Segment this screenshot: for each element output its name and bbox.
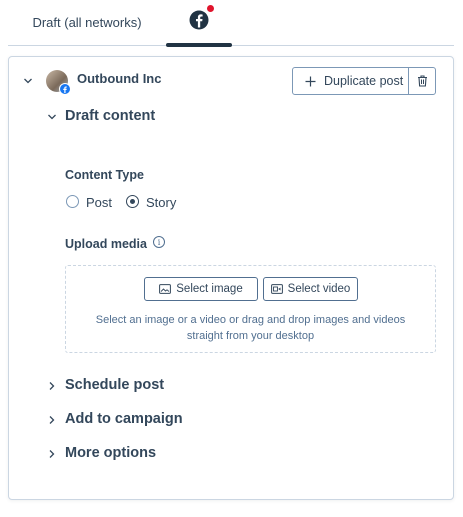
trash-icon <box>417 75 427 87</box>
collapse-draft-content-chevron[interactable] <box>47 112 57 122</box>
tab-facebook[interactable] <box>166 0 232 47</box>
video-icon <box>270 284 283 294</box>
select-video-button[interactable]: Select video <box>263 277 358 301</box>
post-radio-label[interactable]: Post <box>86 195 112 210</box>
schedule-post-section[interactable]: Schedule post <box>65 377 164 393</box>
account-name: Outbound Inc <box>77 71 162 86</box>
facebook-icon <box>189 10 209 30</box>
chevron-right-icon <box>49 416 55 424</box>
facebook-badge-icon <box>59 83 71 95</box>
image-icon <box>159 284 172 294</box>
expand-more-options-chevron[interactable] <box>47 449 57 459</box>
duplicate-post-button[interactable]: Duplicate post <box>292 67 409 95</box>
duplicate-post-label: Duplicate post <box>324 74 404 88</box>
add-to-campaign-section[interactable]: Add to campaign <box>65 411 183 427</box>
drop-hint: Select an image or a video or drag and d… <box>66 312 435 344</box>
tab-draft-all-networks[interactable]: Draft (all networks) <box>8 0 166 44</box>
network-tabs: Draft (all networks) <box>8 0 454 47</box>
plus-icon <box>305 76 316 86</box>
tab-draft-label: Draft (all networks) <box>32 14 142 30</box>
media-dropzone[interactable]: Select image Select video Select an imag… <box>65 265 436 353</box>
select-image-label: Select image <box>176 283 243 295</box>
chevron-right-icon <box>49 450 55 458</box>
expand-schedule-chevron[interactable] <box>47 381 57 391</box>
drop-hint-line-1: Select an image or a video or drag and d… <box>95 314 406 326</box>
chevron-down-icon <box>48 114 56 120</box>
avatar <box>46 70 71 95</box>
active-tab-indicator <box>166 43 232 47</box>
post-radio[interactable] <box>66 195 79 208</box>
post-editor-card: Outbound Inc Duplicate post Draft conten… <box>8 56 454 500</box>
draft-content-title[interactable]: Draft content <box>65 108 155 124</box>
more-options-section[interactable]: More options <box>65 445 156 461</box>
select-image-button[interactable]: Select image <box>144 277 258 301</box>
notification-dot <box>207 5 214 12</box>
select-video-label: Select video <box>287 283 351 295</box>
story-radio-label[interactable]: Story <box>146 195 176 210</box>
collapse-account-chevron[interactable] <box>23 76 33 86</box>
content-type-label: Content Type <box>65 168 144 182</box>
delete-post-button[interactable] <box>408 67 436 95</box>
story-radio[interactable] <box>126 195 139 208</box>
chevron-down-icon <box>24 78 32 84</box>
expand-campaign-chevron[interactable] <box>47 415 57 425</box>
upload-media-label: Upload media <box>65 237 147 251</box>
drop-hint-line-2: straight from your desktop <box>186 330 315 342</box>
info-icon[interactable]: i <box>153 236 165 248</box>
chevron-right-icon <box>49 382 55 390</box>
